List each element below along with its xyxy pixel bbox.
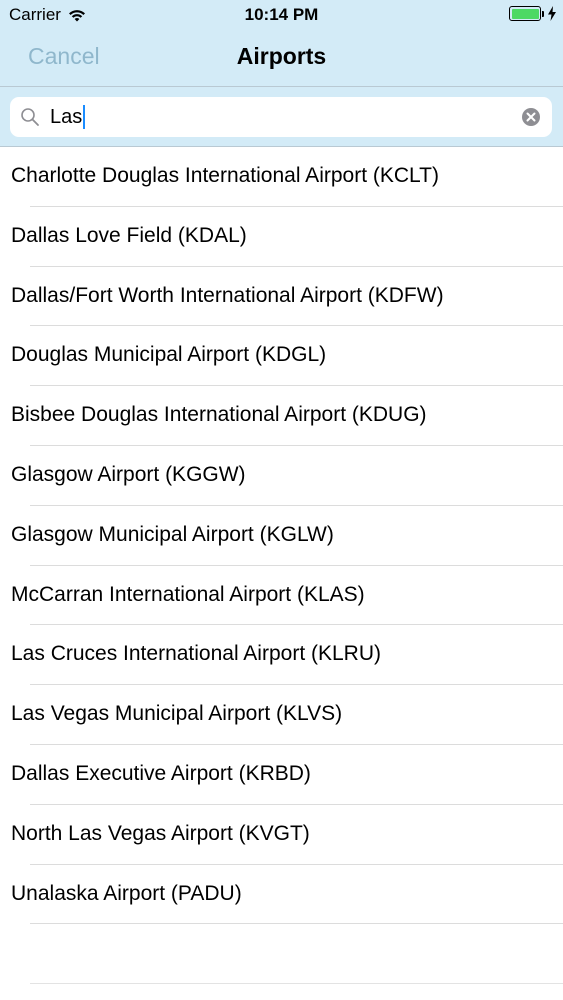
charging-bolt-icon [548, 6, 556, 21]
text-caret [83, 105, 86, 129]
airport-name: Dallas Executive Airport (KRBD) [11, 761, 311, 785]
search-input[interactable]: Las [50, 105, 86, 129]
airport-name: Dallas Love Field (KDAL) [11, 223, 247, 247]
page-title: Airports [236, 43, 327, 69]
airport-name: North Las Vegas Airport (KVGT) [11, 821, 310, 845]
airport-name: Bisbee Douglas International Airport (KD… [11, 403, 427, 427]
battery-icon [509, 6, 541, 21]
status-bar: Carrier 10:14 PM [0, 0, 563, 30]
airport-name: Glasgow Airport (KGGW) [11, 462, 246, 486]
airport-name: Las Cruces International Airport (KLRU) [11, 642, 381, 666]
airport-name: Las Vegas Municipal Airport (KLVS) [11, 702, 343, 726]
list-item[interactable]: Glasgow Airport (KGGW) [0, 446, 563, 506]
battery-level [511, 8, 539, 19]
empty-row-divider [30, 983, 563, 984]
airport-name: Douglas Municipal Airport (KDGL) [11, 343, 327, 367]
airport-name: Dallas/Fort Worth International Airport … [11, 283, 444, 307]
search-field[interactable]: Las [10, 97, 552, 137]
list-item[interactable]: North Las Vegas Airport (KVGT) [0, 805, 563, 865]
header: Carrier 10:14 PM Cancel Airports Las [0, 0, 563, 147]
battery-tip [542, 10, 544, 17]
list-item[interactable]: Dallas Love Field (KDAL) [0, 207, 563, 267]
search-input-value: Las [50, 105, 83, 128]
airport-list: Charlotte Douglas International Airport … [0, 147, 563, 925]
search-bar: Las [0, 86, 563, 147]
clear-icon[interactable] [521, 107, 541, 127]
list-item[interactable]: Dallas Executive Airport (KRBD) [0, 745, 563, 805]
search-icon [21, 108, 39, 126]
navigation-bar: Cancel Airports [0, 30, 563, 86]
airport-name: McCarran International Airport (KLAS) [11, 582, 365, 606]
list-item[interactable]: Bisbee Douglas International Airport (KD… [0, 386, 563, 446]
list-item[interactable]: Charlotte Douglas International Airport … [0, 147, 563, 207]
list-item[interactable]: Las Cruces International Airport (KLRU) [0, 625, 563, 686]
list-item[interactable]: Douglas Municipal Airport (KDGL) [0, 326, 563, 387]
clock: 10:14 PM [244, 5, 319, 24]
battery-indicator [509, 6, 557, 21]
list-item[interactable]: Dallas/Fort Worth International Airport … [0, 267, 563, 327]
airport-name: Glasgow Municipal Airport (KGLW) [11, 522, 334, 546]
list-item[interactable]: McCarran International Airport (KLAS) [0, 566, 563, 626]
list-item[interactable]: Las Vegas Municipal Airport (KLVS) [0, 685, 563, 745]
airport-name: Unalaska Airport (PADU) [11, 881, 242, 905]
list-item[interactable]: Glasgow Municipal Airport (KGLW) [0, 506, 563, 566]
airport-name: Charlotte Douglas International Airport … [11, 164, 439, 187]
divider [30, 923, 563, 925]
list-item[interactable]: Unalaska Airport (PADU) [0, 865, 563, 925]
